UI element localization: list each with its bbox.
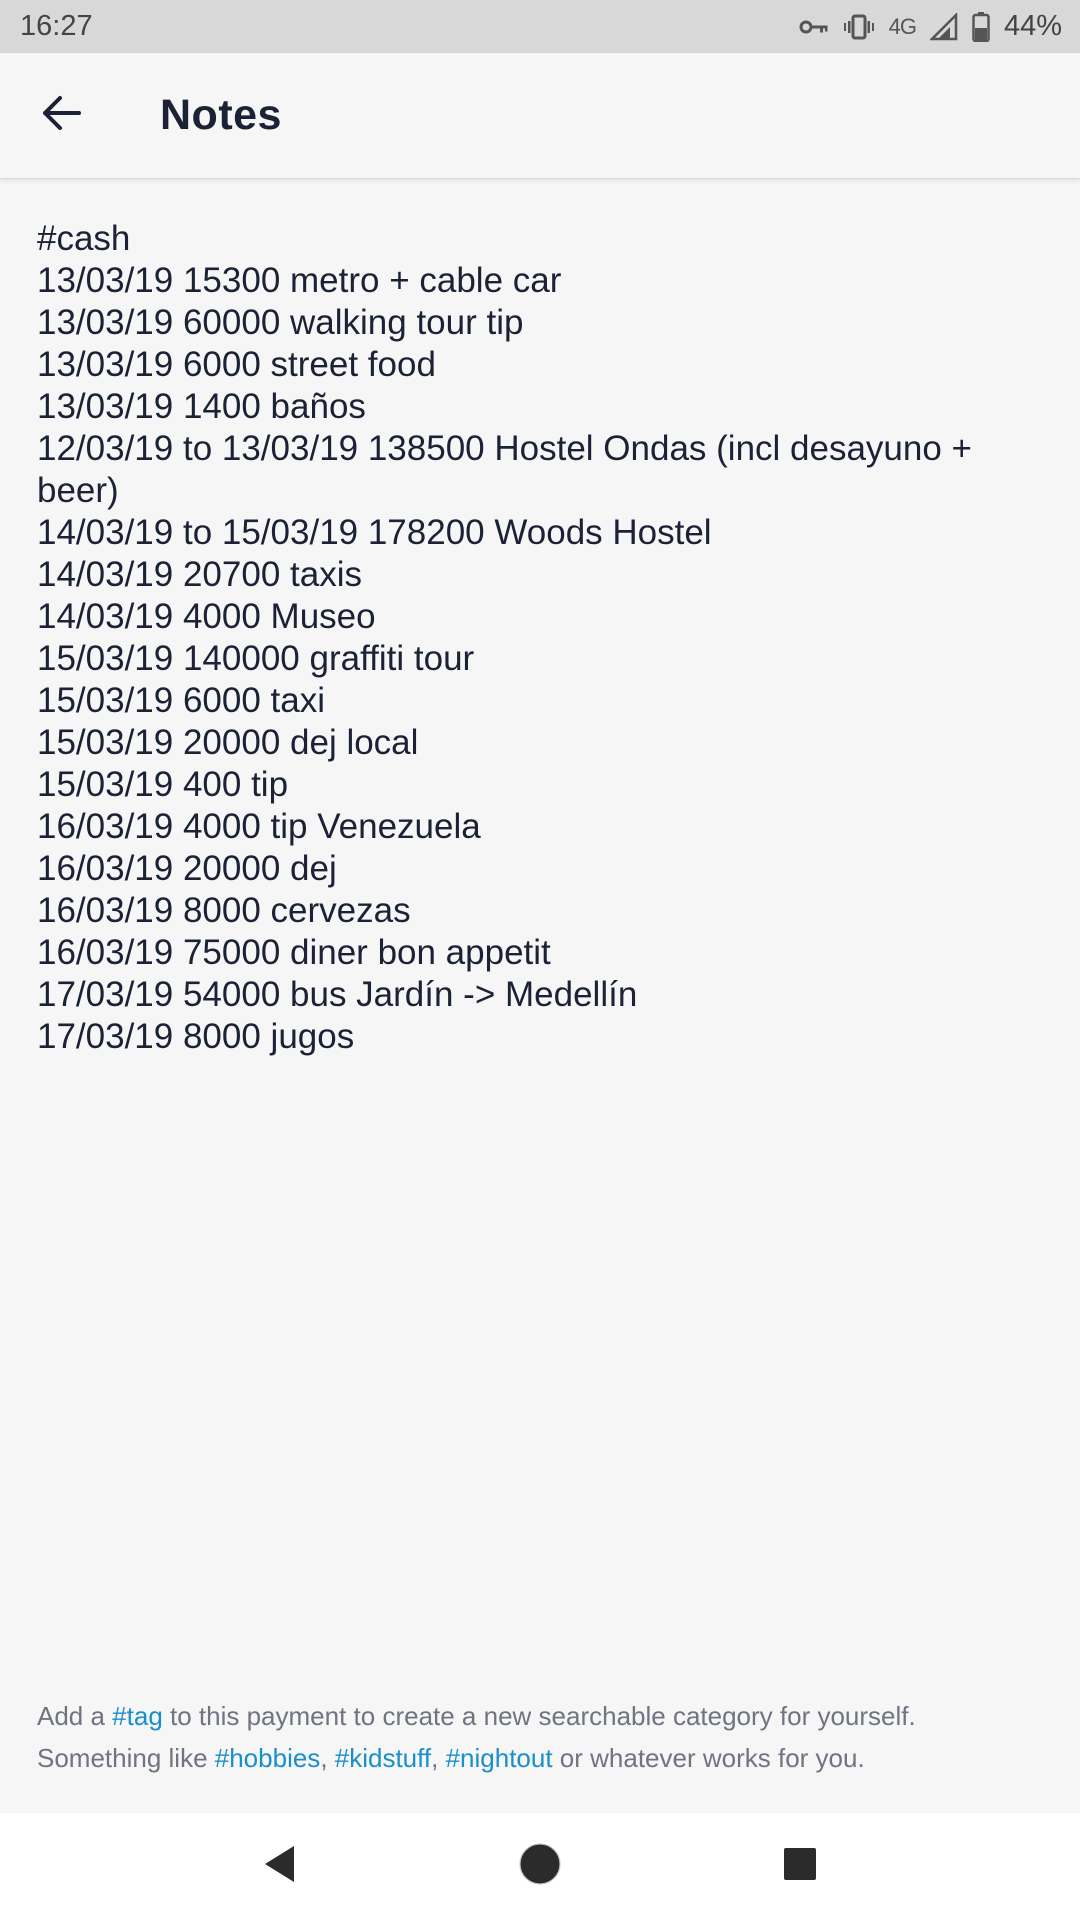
- note-line: 12/03/19 to 13/03/19 138500 Hostel Ondas…: [37, 429, 972, 510]
- vibrate-icon: [843, 14, 875, 40]
- note-line: 14/03/19 to 15/03/19 178200 Woods Hostel: [37, 513, 712, 552]
- note-line: 13/03/19 1400 baños: [37, 387, 366, 426]
- note-line: 17/03/19 54000 bus Jardín -> Medellín: [37, 975, 638, 1014]
- tag-link-kidstuff[interactable]: #kidstuff: [335, 1743, 431, 1773]
- status-time: 16:27: [20, 10, 93, 42]
- note-line: 16/03/19 4000 tip Venezuela: [37, 807, 481, 846]
- note-line: 15/03/19 400 tip: [37, 765, 289, 804]
- hint-separator: ,: [431, 1743, 446, 1773]
- nav-recents-icon: [782, 1846, 818, 1887]
- status-icons: 4G 44%: [799, 10, 1062, 43]
- nav-back-button[interactable]: [240, 1827, 320, 1907]
- back-button[interactable]: [30, 84, 94, 148]
- tag-link-hobbies[interactable]: #hobbies: [215, 1743, 321, 1773]
- hint-text: Something like: [37, 1743, 215, 1773]
- nav-recents-button[interactable]: [760, 1827, 840, 1907]
- status-bar: 16:27 4G 44%: [0, 0, 1080, 53]
- note-line: 17/03/19 8000 jugos: [37, 1017, 355, 1056]
- note-line: 15/03/19 6000 taxi: [37, 681, 326, 720]
- vpn-key-icon: [799, 17, 829, 37]
- note-line: 13/03/19 15300 metro + cable car: [37, 261, 562, 300]
- tag-link-nightout[interactable]: #nightout: [446, 1743, 553, 1773]
- arrow-back-icon: [42, 95, 82, 136]
- battery-icon: [972, 11, 990, 42]
- signal-icon: [929, 12, 958, 41]
- battery-percent: 44%: [1003, 10, 1062, 42]
- page-title: Notes: [160, 91, 282, 139]
- network-type: 4G: [888, 13, 917, 39]
- nav-home-icon: [518, 1842, 562, 1891]
- note-line: 16/03/19 20000 dej: [37, 849, 337, 888]
- nav-home-button[interactable]: [500, 1827, 580, 1907]
- note-line: #cash: [37, 219, 131, 258]
- note-line: 14/03/19 20700 taxis: [37, 555, 362, 594]
- hint-text: Add a: [37, 1701, 113, 1731]
- note-text-area[interactable]: #cash 13/03/19 15300 metro + cable car 1…: [37, 218, 1047, 1058]
- nav-back-icon: [262, 1844, 298, 1889]
- note-line: 13/03/19 6000 street food: [37, 345, 436, 384]
- note-line: 14/03/19 4000 Museo: [37, 597, 376, 636]
- tag-link[interactable]: #tag: [112, 1701, 163, 1731]
- hint-text: to this payment to create a new searchab…: [162, 1701, 916, 1731]
- note-line: 13/03/19 60000 walking tour tip: [37, 303, 524, 342]
- tag-hint: Add a #tag to this payment to create a n…: [37, 1695, 1047, 1779]
- note-line: 15/03/19 140000 graffiti tour: [37, 639, 475, 678]
- system-nav-bar: [0, 1813, 1080, 1920]
- app-bar: Notes: [0, 53, 1080, 179]
- note-line: 15/03/19 20000 dej local: [37, 723, 419, 762]
- note-line: 16/03/19 75000 diner bon appetit: [37, 933, 551, 972]
- hint-text: or whatever works for you.: [552, 1743, 865, 1773]
- note-line: 16/03/19 8000 cervezas: [37, 891, 411, 930]
- hint-separator: ,: [320, 1743, 335, 1773]
